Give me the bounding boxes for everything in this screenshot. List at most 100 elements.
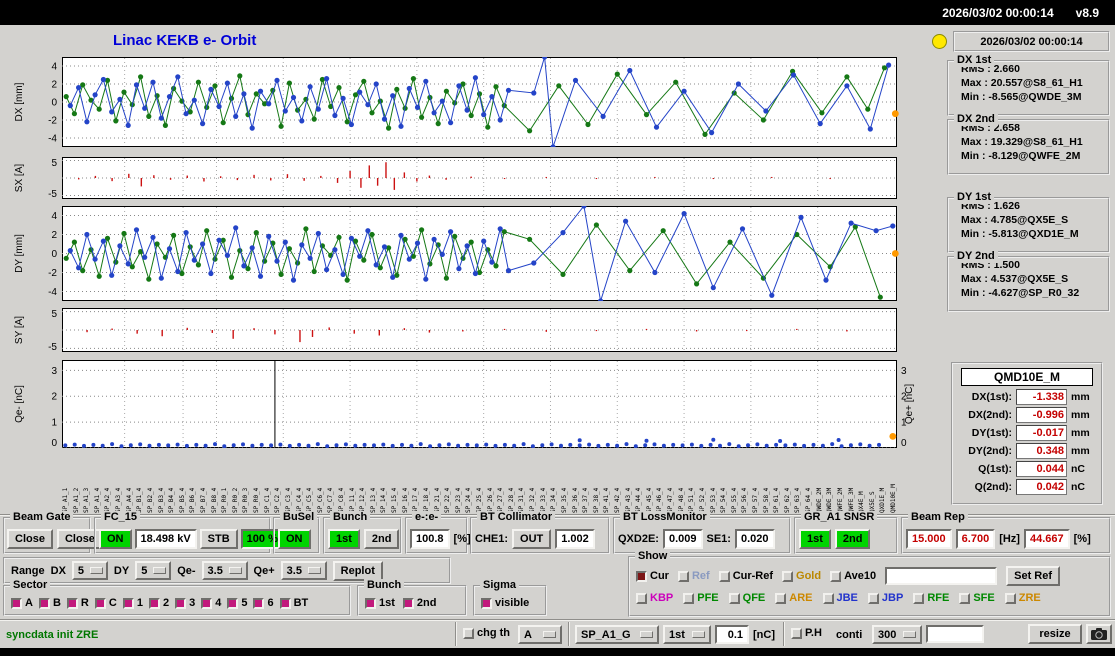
bpm-label: SP_21_4 xyxy=(433,487,441,513)
bpm-label: QWDE_2M xyxy=(815,487,823,513)
show-cur-ref-checkbox[interactable]: Cur-Ref xyxy=(718,570,773,582)
separator xyxy=(568,622,570,646)
show-are-checkbox[interactable]: ARE xyxy=(775,592,813,604)
show-zre-checkbox[interactable]: ZRE xyxy=(1004,592,1041,604)
show-sfe-checkbox[interactable]: SFE xyxy=(959,592,995,604)
set-ref-button[interactable]: Set Ref xyxy=(1006,566,1061,586)
sector-4-checkbox[interactable]: 4 xyxy=(201,597,221,609)
sector-5-checkbox[interactable]: 5 xyxy=(227,597,247,609)
ref-file-input[interactable] xyxy=(885,567,998,585)
option-menu-indicator xyxy=(640,631,653,638)
dy-orbit-plot[interactable]: 4 2 0 -2 -4 DY [mm] xyxy=(0,206,922,301)
sector-a-checkbox[interactable]: A xyxy=(11,597,33,609)
chg-th-checkbox[interactable]: chg th xyxy=(463,627,510,639)
bpm-label: SP_24_4 xyxy=(465,487,473,513)
checkbox-box xyxy=(683,592,695,604)
screenshot-button[interactable] xyxy=(1086,624,1112,644)
sector-bt-checkbox[interactable]: BT xyxy=(279,597,308,609)
snsr-2nd-button[interactable]: 2nd xyxy=(834,528,871,549)
svg-text:SX [A]: SX [A] xyxy=(14,164,25,193)
beam-rep-title: Beam Rep xyxy=(908,511,968,524)
show-row-2: KBP PFE QFE ARE JBE JBP RFE SFE ZRE xyxy=(636,592,1103,604)
fc15-stb-button[interactable]: STB xyxy=(199,528,238,549)
show-jbe-checkbox[interactable]: JBE xyxy=(822,592,858,604)
range-dy-select[interactable]: 5 xyxy=(135,561,172,580)
sector-3-checkbox[interactable]: 3 xyxy=(175,597,195,609)
misc-input[interactable] xyxy=(926,625,984,643)
svg-text:2: 2 xyxy=(51,230,57,241)
bunch-1st-button[interactable]: 1st xyxy=(328,528,360,549)
bpm-label: SP_44_4 xyxy=(635,487,643,513)
show-ref-checkbox[interactable]: Ref xyxy=(677,570,710,582)
bpm-label: SP_R0_4 xyxy=(253,487,261,513)
bpm-label: SP_43_4 xyxy=(624,487,632,513)
sector-6-checkbox[interactable]: 6 xyxy=(253,597,274,609)
sigma-visible-checkbox[interactable]: visible xyxy=(481,597,529,609)
checkbox-box xyxy=(122,597,134,609)
show-kbp-checkbox[interactable]: KBP xyxy=(636,592,673,604)
bpm-label: SP_62_4 xyxy=(783,487,791,513)
interval-select[interactable]: 300 xyxy=(872,625,922,644)
range-dx-select[interactable]: 5 xyxy=(71,561,108,580)
replot-button[interactable]: Replot xyxy=(332,560,383,581)
bpm-label: SP_63_4 xyxy=(794,487,802,513)
bunch-2nd-checkbox[interactable]: 2nd xyxy=(402,597,436,609)
che1-out-button[interactable]: OUT xyxy=(512,528,552,549)
sector-r-checkbox[interactable]: R xyxy=(66,597,89,609)
range-label: Range xyxy=(11,564,45,577)
bt-collimator-group: BT Collimator CHE1: OUT 1.002 xyxy=(470,511,610,554)
range-qem-select[interactable]: 3.5 xyxy=(201,561,248,580)
monitor-row-label: DX(1st): xyxy=(971,391,1012,403)
stats-line: Max : 19.329@S8_61_H1 xyxy=(961,136,1083,148)
sector-2-checkbox[interactable]: 2 xyxy=(148,597,169,609)
svg-text:DX [mm]: DX [mm] xyxy=(14,82,25,121)
ph-checkbox[interactable]: P.H xyxy=(791,627,822,639)
sector-a-select[interactable]: A xyxy=(518,625,562,644)
range-dx-value: 5 xyxy=(77,564,85,577)
beam-rep-1-readout: 15.000 xyxy=(906,528,952,549)
option-menu-indicator xyxy=(90,567,104,574)
monitor-select[interactable]: SP_A1_G xyxy=(575,625,659,644)
bpm-label: SP_C6_4 xyxy=(316,487,324,513)
show-rfe-checkbox[interactable]: RFE xyxy=(913,592,949,604)
checkbox-label: Ave10 xyxy=(844,570,877,582)
bunch-title: Bunch xyxy=(330,511,371,524)
beam-gate-close1-button[interactable]: Close xyxy=(7,528,53,549)
range-qep-value: 3.5 xyxy=(286,564,302,577)
charge-plot[interactable]: 3 3 2 2 1 1 0 0 Qe- [nC] Qe+ [nC] xyxy=(0,360,922,448)
bpm-label: SP_A1_1 xyxy=(62,487,69,513)
che1-readout: 1.002 xyxy=(555,528,595,549)
show-qfe-checkbox[interactable]: QFE xyxy=(728,592,765,604)
show-gold-checkbox[interactable]: Gold xyxy=(782,570,821,582)
bottom-bar xyxy=(0,648,1115,656)
sector-b-checkbox[interactable]: B xyxy=(38,597,61,609)
bpm-label: SP_35_4 xyxy=(560,487,568,513)
sector-1-checkbox[interactable]: 1 xyxy=(122,597,143,609)
snsr-1st-button[interactable]: 1st xyxy=(799,528,831,549)
resize-button[interactable]: resize xyxy=(1028,624,1082,644)
range-qep-select[interactable]: 3.5 xyxy=(280,561,327,580)
busel-on-button[interactable]: ON xyxy=(278,528,311,549)
sx-steering-plot[interactable]: 5 -5 SX [A] xyxy=(0,157,922,199)
bunch-1st-checkbox[interactable]: 1st xyxy=(365,597,395,609)
svg-text:0: 0 xyxy=(51,98,57,109)
svg-text:-4: -4 xyxy=(48,134,57,145)
sy-steering-plot[interactable]: 5 -5 SY [A] xyxy=(0,308,922,352)
dx-orbit-plot[interactable]: 4 2 0 -2 -4 DX [mm] xyxy=(0,57,922,147)
bpm-label: SP_46_4 xyxy=(656,487,664,513)
fc15-on-button[interactable]: ON xyxy=(99,528,132,549)
show-cur-checkbox[interactable]: Cur xyxy=(636,570,669,582)
sector-c-checkbox[interactable]: C xyxy=(94,597,117,609)
show-pfe-checkbox[interactable]: PFE xyxy=(683,592,719,604)
beam-gate-group: Beam Gate Close Close xyxy=(3,511,103,554)
bunch-1st-value: 1st xyxy=(669,628,685,641)
sector-group: Sector A B R C 1 2 3 4 5 6 BT xyxy=(3,579,351,616)
show-row-1: Cur Ref Cur-Ref Gold Ave10 Set Ref xyxy=(636,566,1103,586)
checkbox-label: ARE xyxy=(789,592,813,604)
show-ave10-checkbox[interactable]: Ave10 xyxy=(830,570,876,582)
show-jbp-checkbox[interactable]: JBP xyxy=(867,592,903,604)
bpm-label: SP_B8_4 xyxy=(210,487,218,513)
bunch-2nd-button[interactable]: 2nd xyxy=(363,528,400,549)
bpm-label: SP_55_4 xyxy=(730,487,738,513)
bunch-1st-select[interactable]: 1st xyxy=(663,625,711,644)
